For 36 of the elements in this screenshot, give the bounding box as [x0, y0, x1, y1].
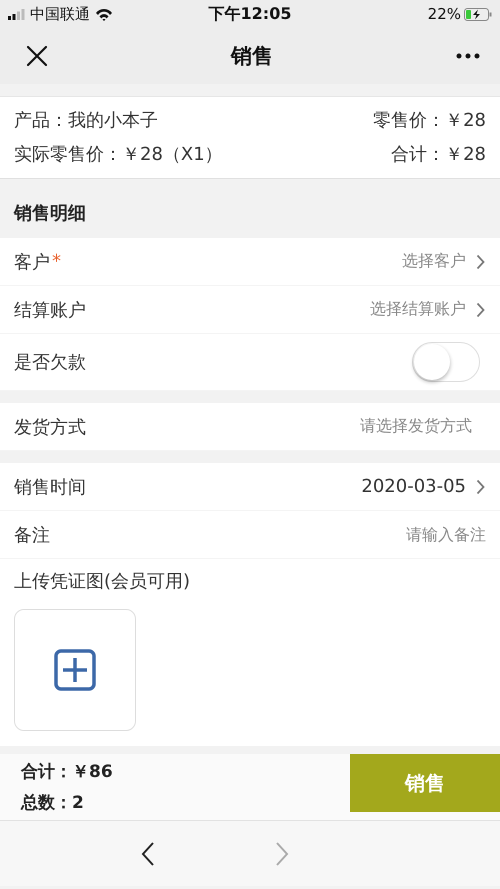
upload-label: 上传凭证图(会员可用) [14, 570, 192, 593]
back-icon[interactable] [140, 840, 156, 866]
battery-percent: 22% [428, 5, 461, 23]
toggle-switch[interactable] [412, 342, 480, 382]
sell-button[interactable]: 销售 [350, 754, 500, 812]
field-label: 结算账户 [14, 298, 86, 322]
select-picker[interactable]: 选择客户 [402, 251, 466, 272]
close-icon[interactable] [26, 45, 48, 67]
select-picker[interactable]: 选择结算账户 [370, 299, 466, 320]
chevron-right-icon [476, 254, 486, 270]
actual-retail-price: 实际零售价：￥28（X1） [14, 143, 224, 166]
order-total: 合计：￥86 [21, 761, 114, 783]
page-title: 销售 [231, 43, 273, 70]
required-mark: * [52, 251, 61, 272]
section-title: 销售明细 [14, 203, 86, 224]
chevron-right-icon [476, 478, 486, 494]
select-picker[interactable]: 请选择发货方式 [360, 416, 472, 437]
field-label: 是否欠款 [14, 351, 86, 374]
clock-time: 下午12:05 [208, 4, 292, 22]
plus-icon [54, 649, 96, 691]
add-image-button[interactable] [14, 609, 136, 731]
field-label: 客户 [14, 250, 50, 274]
chevron-right-icon [476, 302, 486, 318]
wifi-icon [95, 8, 113, 20]
more-icon[interactable] [456, 53, 480, 59]
retail-price: 零售价：￥28 [373, 109, 486, 132]
subtotal: 合计：￥28 [390, 143, 486, 166]
remark-input[interactable]: 请输入备注 [326, 525, 486, 544]
field-label: 销售时间 [14, 476, 86, 498]
date-picker[interactable]: 2020-03-05 [361, 476, 466, 497]
signal-icon [8, 8, 25, 20]
item-count: 总数：2 [21, 792, 85, 814]
carrier-name: 中国联通 [30, 4, 90, 24]
field-label: 发货方式 [14, 416, 86, 438]
field-label: 备注 [14, 524, 50, 546]
product-name: 产品：我的小本子 [14, 109, 159, 132]
